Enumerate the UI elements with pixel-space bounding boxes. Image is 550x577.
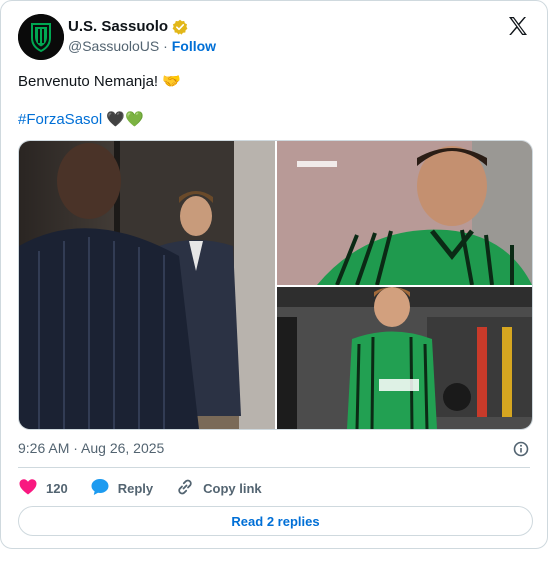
like-count: 120: [46, 480, 68, 496]
read-replies-button[interactable]: Read 2 replies: [18, 506, 533, 536]
account-handle-row: @SassuoloUS · Follow: [68, 38, 216, 54]
action-bar: 120 Reply Copy link: [18, 477, 284, 499]
account-handle[interactable]: @SassuoloUS: [68, 38, 159, 54]
account-avatar[interactable]: [18, 14, 64, 60]
photo-closeup-jersey[interactable]: [277, 141, 532, 285]
info-icon[interactable]: [512, 440, 530, 458]
hashtag-line: #ForzaSasol 🖤💚: [18, 110, 144, 130]
photo-gym-jersey[interactable]: [277, 287, 532, 429]
post-text: Benvenuto Nemanja! 🤝: [18, 73, 181, 90]
post-timestamp[interactable]: 9:26 AM · Aug 26, 2025: [18, 440, 164, 456]
copy-link-label: Copy link: [203, 480, 262, 496]
embedded-post-card: U.S. Sassuolo @SassuoloUS · Follow Benve…: [0, 0, 548, 549]
divider: [18, 467, 530, 468]
separator-dot: ·: [163, 38, 168, 54]
reply-label: Reply: [117, 480, 154, 496]
hashtag-link[interactable]: #ForzaSasol: [18, 111, 102, 128]
hashtag-emoji: 🖤💚: [106, 111, 144, 128]
copy-link-button[interactable]: Copy link: [175, 477, 262, 500]
reply-bubble-icon: [90, 477, 110, 500]
link-icon: [175, 477, 195, 500]
like-button[interactable]: 120: [18, 477, 68, 500]
reply-button[interactable]: Reply: [90, 477, 153, 500]
account-name-row: U.S. Sassuolo: [68, 18, 188, 35]
account-name[interactable]: U.S. Sassuolo: [68, 18, 168, 35]
follow-button[interactable]: Follow: [172, 38, 216, 54]
media-grid: [18, 140, 533, 430]
photo-mirror-suit[interactable]: [19, 141, 275, 429]
verified-badge-icon: [172, 19, 188, 35]
x-logo-icon[interactable]: [506, 14, 530, 38]
heart-icon: [18, 477, 38, 500]
